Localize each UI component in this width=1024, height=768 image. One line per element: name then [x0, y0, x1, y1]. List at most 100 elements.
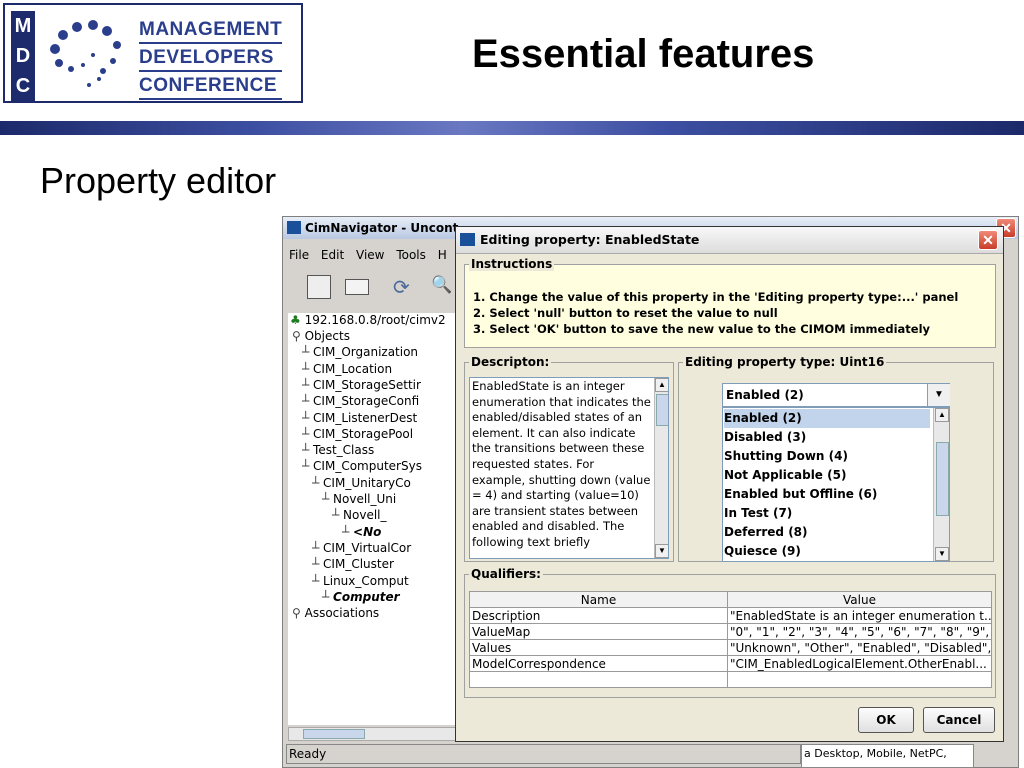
class-node-icon: ┴ [332, 508, 344, 523]
option-item[interactable]: Disabled (3) [724, 428, 930, 447]
status-bar: Ready [286, 744, 801, 764]
logo-line-developers: DEVELOPERS [139, 45, 283, 72]
description-line: enabled and disabled. The [472, 519, 625, 534]
description-line: are transient states between [472, 503, 639, 518]
menu-file[interactable]: File [289, 248, 309, 262]
class-node-icon: ┴ [302, 345, 314, 360]
table-row[interactable]: Values "Unknown", "Other", "Enabled", "Di… [469, 639, 992, 656]
qualifier-value-cell[interactable]: "CIM_EnabledLogicalElement.OtherEnabl... [727, 655, 992, 672]
qualifier-value-cell[interactable]: "Unknown", "Other", "Enabled", "Disabled… [727, 639, 992, 656]
description-label: Descripton: [469, 355, 552, 369]
option-item[interactable]: Enabled (2) [724, 409, 930, 428]
dialog-title: Editing property: EnabledState [480, 232, 700, 247]
tree-item[interactable]: ┴ CIM_UnitaryCo [312, 476, 411, 490]
ok-button[interactable]: OK [858, 707, 914, 733]
tree-item-label: <No [353, 524, 382, 539]
tree-item-label: Linux_Comput [323, 573, 409, 588]
option-item[interactable]: In Test (7) [724, 504, 930, 523]
tree-item-label: Objects [304, 329, 350, 343]
instruction-2: 2. Select 'null' button to reset the val… [473, 306, 778, 320]
description-line: = 4) and starting (value=10) [472, 488, 639, 503]
tree-item[interactable]: ┴ CIM_ListenerDest [302, 411, 417, 425]
tree-horizontal-scrollbar[interactable] [288, 727, 460, 741]
tree-item[interactable]: ┴ Computer [322, 590, 400, 604]
tree-item-label: CIM_StorageConfi [313, 394, 420, 409]
description-line: enumeration that indicates the [472, 394, 651, 409]
menu-view[interactable]: View [356, 248, 384, 262]
qualifiers-label: Qualifiers: [469, 567, 543, 581]
dialog-titlebar: Editing property: EnabledState ✕ [456, 227, 1003, 254]
slide-subtitle: Property editor [40, 160, 277, 201]
status-text: Ready [289, 747, 327, 761]
menu-help[interactable]: H [438, 248, 447, 262]
class-node-icon: ┴ [312, 573, 324, 588]
class-node-icon: ┴ [312, 475, 324, 490]
tree-item[interactable]: ┴ CIM_Cluster [312, 557, 394, 571]
tree-item[interactable]: ┴ CIM_Organization [302, 345, 418, 359]
tree-item[interactable]: ⚲ Associations [292, 606, 379, 620]
description-line: requested states. For [472, 456, 595, 471]
refresh-icon[interactable]: ⟳ [393, 275, 410, 300]
column-header-name[interactable]: Name [469, 591, 728, 608]
chevron-down-icon[interactable]: ▼ [927, 384, 950, 406]
menu-tools[interactable]: Tools [396, 248, 426, 262]
save-icon[interactable] [307, 275, 331, 299]
tree-item[interactable]: ┴ CIM_StorageSettir [302, 378, 421, 392]
description-textarea[interactable]: EnabledState is an integer enumeration th… [469, 377, 669, 559]
empty-table-area [469, 671, 992, 688]
tree-item[interactable]: ⚲ Objects [292, 329, 350, 343]
description-scrollbar[interactable]: ▲ ▼ [654, 378, 668, 558]
dialog-close-icon[interactable]: ✕ [978, 230, 998, 250]
editing-type-panel: Editing property type: Uint16 Enabled (2… [678, 355, 994, 562]
tree-item[interactable]: ┴ Novell_ [332, 508, 387, 522]
class-node-icon: ┴ [302, 426, 314, 441]
option-item[interactable]: Not Applicable (5) [724, 466, 930, 485]
scroll-up-icon[interactable]: ▲ [935, 408, 949, 422]
option-item[interactable]: Shutting Down (4) [724, 447, 930, 466]
table-row[interactable]: ModelCorrespondence "CIM_EnabledLogicalEl… [469, 655, 992, 672]
scroll-thumb[interactable] [936, 442, 949, 516]
tree-item[interactable]: ┴ CIM_StoragePool [302, 427, 413, 441]
qualifier-value-cell[interactable]: "EnabledState is an integer enumeration … [727, 607, 992, 624]
tree-item[interactable]: ┴ CIM_StorageConfi [302, 394, 419, 408]
right-detail-pane: a Desktop, Mobile, NetPC, [801, 744, 974, 768]
tree-item[interactable]: ┴ CIM_Location [302, 362, 392, 376]
expand-node-icon: ⚲ [292, 606, 305, 621]
option-item[interactable]: Enabled but Offline (6) [724, 485, 930, 504]
zoom-icon[interactable]: 🔍 [431, 275, 452, 295]
tree-item[interactable]: ┴ CIM_VirtualCor [312, 541, 411, 555]
qualifier-name-cell[interactable]: Description [469, 607, 728, 624]
scroll-thumb[interactable] [303, 729, 365, 739]
cancel-button[interactable]: Cancel [923, 707, 995, 733]
qualifiers-header-row: Name Value [469, 591, 992, 608]
value-options-list[interactable]: Enabled (2) Disabled (3) Shutting Down (4)… [722, 407, 950, 562]
open-folder-icon[interactable] [345, 279, 369, 295]
table-row[interactable]: ValueMap "0", "1", "2", "3", "4", "5", "6… [469, 623, 992, 640]
combobox-selected-value: Enabled (2) [726, 388, 804, 402]
column-header-value[interactable]: Value [727, 591, 992, 608]
description-line: enabled/disabled states of an [472, 410, 643, 425]
table-row[interactable]: Description "EnabledState is an integer e… [469, 607, 992, 624]
qualifier-name-cell[interactable]: Values [469, 639, 728, 656]
tree-item[interactable]: ┴ Test_Class [302, 443, 374, 457]
scroll-up-icon[interactable]: ▲ [655, 378, 668, 392]
options-scrollbar[interactable]: ▲ ▼ [933, 408, 949, 561]
menu-edit[interactable]: Edit [321, 248, 344, 262]
tree-root[interactable]: ♣ 192.168.0.8/root/cimv2 [290, 313, 446, 327]
scroll-down-icon[interactable]: ▼ [655, 544, 668, 558]
detail-text: a Desktop, Mobile, NetPC, [804, 747, 947, 760]
option-item[interactable]: Deferred (8) [724, 523, 930, 542]
qualifier-name-cell[interactable]: ValueMap [469, 623, 728, 640]
tree-item[interactable]: ┴ Novell_Uni [322, 492, 396, 506]
tree-item[interactable]: ┴ Linux_Comput [312, 574, 409, 588]
value-combobox[interactable]: Enabled (2) ▼ [722, 383, 950, 407]
scroll-thumb[interactable] [656, 394, 668, 426]
qualifier-value-cell[interactable]: "0", "1", "2", "3", "4", "5", "6", "7", … [727, 623, 992, 640]
scroll-down-icon[interactable]: ▼ [935, 547, 949, 561]
tree-item-label: Novell_Uni [333, 492, 397, 506]
tree-item-label: Novell_ [343, 508, 387, 523]
tree-item[interactable]: ┴ CIM_ComputerSys [302, 459, 422, 473]
qualifier-name-cell[interactable]: ModelCorrespondence [469, 655, 728, 672]
option-item[interactable]: Quiesce (9) [724, 542, 930, 561]
tree-item[interactable]: ┴ <No [342, 525, 381, 539]
